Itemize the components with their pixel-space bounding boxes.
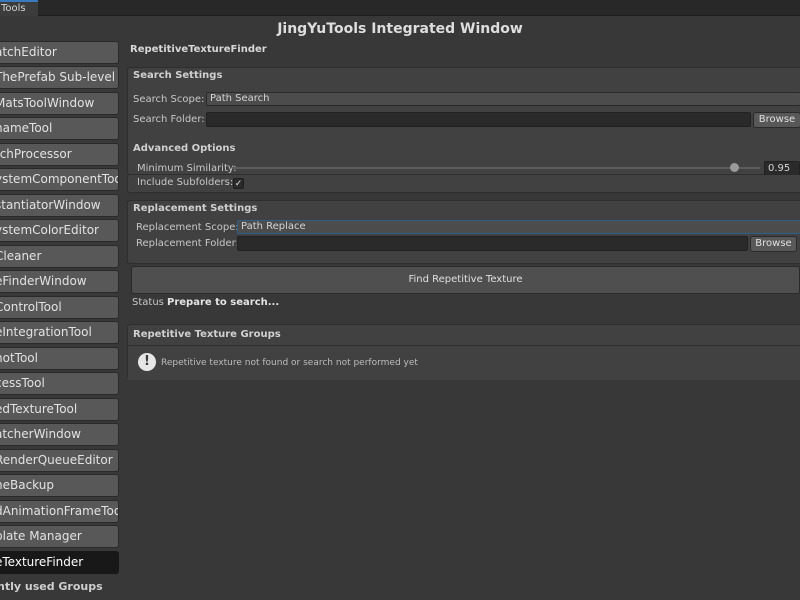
sidebar-item[interactable]: atchEditor: [0, 41, 119, 64]
sidebar-item[interactable]: RenderQueueEditor: [0, 449, 119, 472]
sidebar-item[interactable]: eIntegrationTool: [0, 321, 119, 344]
search-scope-dropdown[interactable]: Path Search: [206, 92, 800, 106]
tab-bar: Tools: [0, 0, 800, 16]
search-folder-field[interactable]: [206, 112, 751, 127]
texture-groups-header: Repetitive Texture Groups: [133, 329, 281, 340]
slider-track: [232, 167, 760, 169]
help-message: Repetitive texture not found or search n…: [161, 358, 418, 368]
sidebar-item-active[interactable]: eTextureFinder: [0, 551, 119, 574]
info-icon: !: [138, 353, 156, 371]
include-subfolders-checkbox[interactable]: ✓: [233, 178, 244, 189]
subfolders-row: Include Subfolders: ✓: [127, 175, 800, 193]
settings-panel: Search Settings Search Scope: Path Searc…: [127, 67, 800, 175]
sidebar-item[interactable]: Cleaner: [0, 245, 119, 268]
sidebar-item[interactable]: eFinderWindow: [0, 270, 119, 293]
replacement-scope-label: Replacement Scope:: [136, 222, 239, 233]
replacement-settings-header: Replacement Settings: [133, 203, 258, 214]
search-settings-header: Search Settings: [133, 70, 223, 81]
replacement-folder-label: Replacement Folder:: [136, 238, 239, 249]
sidebar-item[interactable]: edTextureTool: [0, 398, 119, 421]
sidebar: atchEditor ThePrefab Sub-level MatsToolW…: [0, 41, 119, 600]
replacement-scope-dropdown[interactable]: Path Replace: [237, 220, 800, 234]
include-subfolders-label: Include Subfolders:: [137, 177, 234, 188]
window-title: JingYuTools Integrated Window: [277, 21, 523, 37]
search-browse-button[interactable]: Browse: [753, 112, 800, 128]
sidebar-footer-groups: ntly used Groups: [0, 580, 103, 593]
sidebar-item[interactable]: nameTool: [0, 117, 119, 140]
sidebar-item[interactable]: ystemComponentTool: [0, 168, 119, 191]
texture-groups-panel: Repetitive Texture Groups ! Repetitive t…: [127, 324, 800, 380]
find-repetitive-texture-button[interactable]: Find Repetitive Texture: [131, 266, 800, 294]
replacement-folder-field[interactable]: [237, 236, 748, 251]
minimum-similarity-label: Minimum Similarity:: [137, 163, 237, 174]
advanced-options-header: Advanced Options: [133, 143, 236, 154]
sidebar-item[interactable]: ThePrefab Sub-level: [0, 66, 119, 89]
similarity-slider[interactable]: [232, 162, 760, 174]
similarity-value-field[interactable]: 0.95: [764, 161, 800, 176]
slider-handle[interactable]: [729, 163, 739, 172]
status-label: Status: [132, 297, 164, 308]
sidebar-item[interactable]: stantiatorWindow: [0, 194, 119, 217]
replacement-panel: Replacement Settings Replacement Scope: …: [127, 200, 800, 264]
tab-tools[interactable]: Tools: [0, 0, 38, 16]
sidebar-item[interactable]: plate Manager: [0, 525, 119, 548]
search-scope-label: Search Scope:: [133, 94, 205, 105]
search-folder-label: Search Folder:: [133, 114, 205, 125]
sidebar-item[interactable]: cessTool: [0, 372, 119, 395]
sidebar-item[interactable]: neBackup: [0, 474, 119, 497]
sidebar-item[interactable]: tchProcessor: [0, 143, 119, 166]
tool-title: RepetitiveTextureFinder: [130, 44, 267, 55]
status-value: Prepare to search...: [167, 297, 280, 308]
sidebar-item[interactable]: notTool: [0, 347, 119, 370]
sidebar-item[interactable]: ControlTool: [0, 296, 119, 319]
replacement-browse-button[interactable]: Browse: [750, 236, 797, 252]
sidebar-item[interactable]: atcherWindow: [0, 423, 119, 446]
sidebar-item[interactable]: dAnimationFrameTool: [0, 500, 119, 523]
sidebar-item[interactable]: ystemColorEditor: [0, 219, 119, 242]
sidebar-item[interactable]: MatsToolWindow: [0, 92, 119, 115]
help-box: ! Repetitive texture not found or search…: [128, 345, 800, 380]
